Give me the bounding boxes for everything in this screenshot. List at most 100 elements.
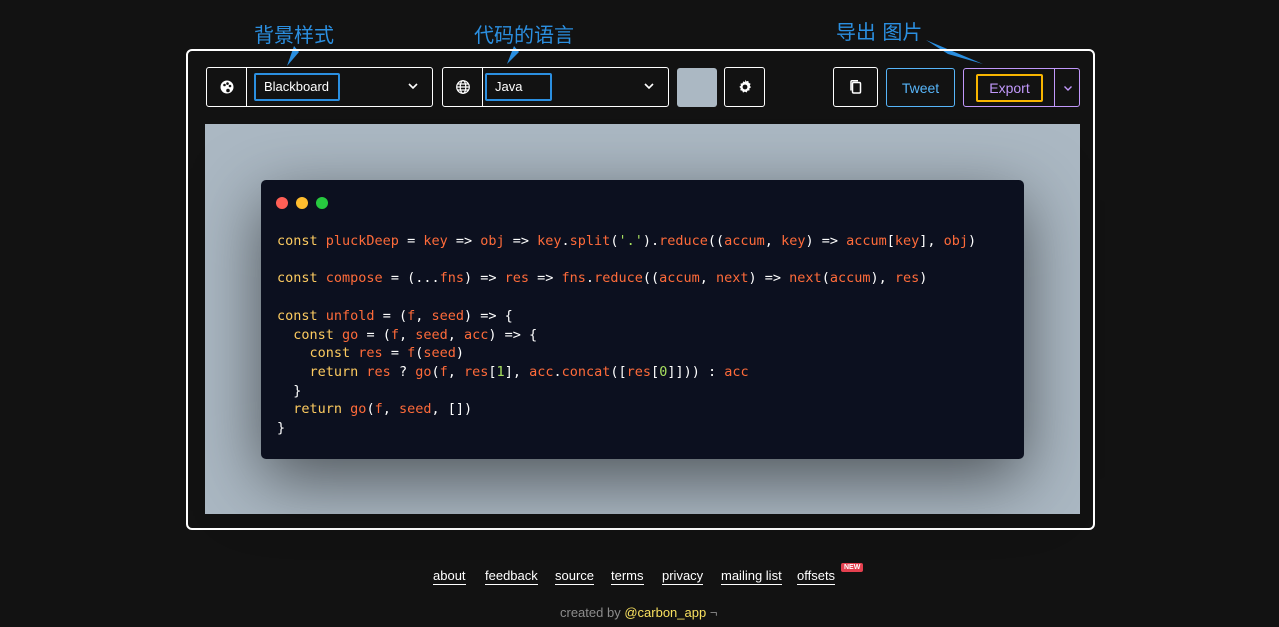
settings-button[interactable] [724,67,765,107]
code-token: f [374,401,383,418]
code-token: f [439,363,448,380]
palette-icon [207,68,247,106]
credit-prefix: created by [560,605,625,620]
code-token: acc [464,326,489,343]
code-token: f [407,345,416,362]
annotation-export-image: 导出 图片 [836,20,923,44]
code-token: key [894,233,920,249]
code-token: accum [724,233,765,249]
annotation-code-language: 代码的语言 [474,23,574,47]
code-token: ) [919,270,928,287]
code-token: next [716,270,749,287]
copy-button[interactable] [833,67,878,107]
globe-icon [443,68,483,106]
code-token: => [529,270,562,287]
footer-credit: created by @carbon_app ¬ [560,605,717,620]
window-minimize-dot [296,197,308,209]
code-token: } [277,420,286,437]
code-token: res [626,363,652,380]
code-token: ( [821,270,830,287]
chevron-down-icon [644,83,654,90]
code-token: ) => [748,270,790,287]
background-color-picker[interactable] [677,68,717,107]
code-token: accum [659,270,700,287]
language-dropdown[interactable]: Java [442,67,669,107]
code-token: = [382,345,408,362]
code-token: return [293,401,351,418]
window-maximize-dot [316,197,328,209]
code-token: = (... [382,270,440,287]
code-token: fns [439,270,464,287]
footer-link-mailing-list[interactable]: mailing list [721,568,782,585]
code-token: ], [919,233,944,249]
language-value: Java [485,73,552,101]
code-token: obj [943,233,969,249]
code-token: ). [642,233,660,249]
code-token: obj [480,233,505,249]
footer-link-about[interactable]: about [433,568,466,585]
code-token: . [561,233,570,249]
theme-value: Blackboard [254,73,340,101]
code-token: 1 [496,363,505,380]
code-token: => [504,233,538,249]
code-token: key [423,233,448,249]
tweet-button[interactable]: Tweet [886,68,955,107]
chevron-down-icon [408,83,418,90]
code-token: const [293,326,343,343]
code-token: (( [707,233,725,249]
code-token: seed [431,307,464,324]
chevron-down-icon [1063,85,1072,91]
window-close-dot [276,197,288,209]
code-token: ([ [610,363,627,380]
code-token: ) => { [464,307,513,324]
code-token: [ [651,363,660,380]
code-token: accum [846,233,887,249]
code-token: ( [431,363,440,380]
code-token: => [447,233,481,249]
code-token: go [350,401,367,418]
export-options-button[interactable] [1054,69,1080,106]
credit-handle-link[interactable]: @carbon_app [624,605,706,620]
code-token: ) [968,233,977,249]
credit-suffix: ¬ [706,605,718,620]
code-token: , [398,326,416,343]
theme-dropdown[interactable]: Blackboard [206,67,433,107]
code-token: acc [724,363,749,380]
code-token: key [781,233,806,249]
code-token: res [366,363,391,380]
code-token: ) => { [488,326,538,343]
code-token: const [277,307,326,324]
code-token: ( [366,401,375,418]
new-badge: NEW [841,563,864,572]
footer-link-feedback[interactable]: feedback [485,568,538,585]
footer-link-privacy[interactable]: privacy [662,568,704,585]
footer-link-offsets[interactable]: offsets [797,568,836,585]
code-window: const pluckDeep = key => obj => key.spli… [261,180,1024,459]
code-token: = [398,233,424,249]
code-token: , [764,233,782,249]
code-token: , [699,270,717,287]
code-token: = ( [374,307,408,324]
code-token: reduce [594,270,643,287]
code-token: seed [398,401,432,418]
code-token: next [789,270,822,287]
code-token: ], [504,363,530,380]
export-button[interactable]: Export [976,74,1043,102]
code-token: res [504,270,530,287]
code-token: unfold [325,307,375,324]
code-token: [ [488,363,497,380]
footer-link-source[interactable]: source [555,568,595,585]
code-editor[interactable]: const pluckDeep = key => obj => key.spli… [277,232,976,438]
code-token: reduce [659,233,708,249]
code-token: go [342,326,359,343]
code-token: . [585,270,595,287]
code-token: acc [529,363,554,380]
code-token: f [390,326,399,343]
code-token: , [447,326,465,343]
code-token: } [277,382,302,399]
footer-link-terms[interactable]: terms [611,568,644,585]
